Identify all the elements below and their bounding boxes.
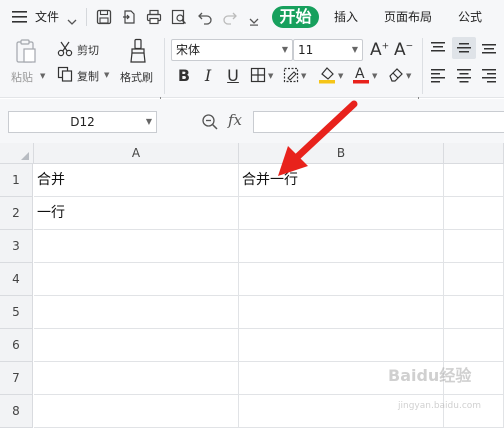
file-menu[interactable]: 文件 xyxy=(35,0,59,34)
align-top-icon[interactable] xyxy=(430,40,446,60)
align-bottom-icon[interactable] xyxy=(481,40,497,60)
font-name-select[interactable]: 宋体 ▼ xyxy=(171,39,293,61)
font-size-value: 11 xyxy=(298,43,314,57)
row-header-2[interactable]: 2 xyxy=(0,197,33,230)
cell-a6[interactable] xyxy=(34,329,239,362)
cell-b2[interactable] xyxy=(239,197,444,230)
formula-bar: D12 ▼ fx xyxy=(0,99,504,143)
cell-style-dropdown-icon[interactable]: ▼ xyxy=(301,72,306,80)
font-color-dropdown-icon[interactable]: ▼ xyxy=(372,72,377,80)
cell-a7[interactable] xyxy=(34,362,239,395)
cell-a3[interactable] xyxy=(34,230,239,263)
insert-function-button[interactable]: fx xyxy=(228,111,242,129)
export-icon[interactable] xyxy=(121,9,137,29)
cell-c1[interactable] xyxy=(444,164,504,197)
cell-b5[interactable] xyxy=(239,296,444,329)
paste-icon[interactable] xyxy=(13,38,39,68)
fill-color-icon[interactable] xyxy=(318,65,336,88)
cell-style-icon[interactable] xyxy=(283,67,299,87)
paste-dropdown-icon[interactable]: ▼ xyxy=(40,72,45,80)
hamburger-menu-icon[interactable] xyxy=(12,9,28,28)
cell-b8[interactable] xyxy=(239,395,444,428)
redo-icon[interactable] xyxy=(222,9,238,29)
align-left-icon[interactable] xyxy=(430,67,446,87)
menu-bar: 文件 开始 插入 页面布局 公式 xyxy=(0,0,504,34)
watermark-logo: Baidu经验 xyxy=(388,366,472,385)
borders-dropdown-icon[interactable]: ▼ xyxy=(268,72,273,80)
cell-c6[interactable] xyxy=(444,329,504,362)
zoom-search-icon[interactable] xyxy=(201,113,219,135)
underline-icon[interactable]: U xyxy=(222,64,244,86)
increase-font-size-icon[interactable]: A+ xyxy=(370,40,389,60)
row-header-3[interactable]: 3 xyxy=(0,230,33,263)
name-box[interactable]: D12 ▼ xyxy=(8,111,157,133)
print-icon[interactable] xyxy=(146,9,162,29)
ribbon-divider xyxy=(422,38,423,94)
select-all-corner[interactable] xyxy=(0,143,34,164)
customize-toolbar-icon[interactable] xyxy=(249,12,259,31)
cell-b6[interactable] xyxy=(239,329,444,362)
red-arrow-annotation-icon xyxy=(278,100,358,176)
paste-button[interactable]: 粘贴 xyxy=(11,69,33,85)
chevron-down-icon: ▼ xyxy=(351,45,358,54)
font-name-value: 宋体 xyxy=(176,43,201,57)
cell-b3[interactable] xyxy=(239,230,444,263)
decrease-font-size-icon[interactable]: A− xyxy=(394,40,413,60)
cell-a1[interactable]: 合并 xyxy=(34,164,239,197)
font-color-icon[interactable]: A xyxy=(352,65,370,88)
align-center-icon[interactable] xyxy=(456,67,472,87)
tab-formulas[interactable]: 公式 xyxy=(458,7,482,27)
cell-c5[interactable] xyxy=(444,296,504,329)
fill-color-dropdown-icon[interactable]: ▼ xyxy=(338,72,343,80)
tab-page-layout[interactable]: 页面布局 xyxy=(384,7,432,27)
save-icon[interactable] xyxy=(96,9,112,29)
tab-home[interactable]: 开始 xyxy=(272,6,319,28)
row-header-4[interactable]: 4 xyxy=(0,263,33,296)
font-size-select[interactable]: 11 ▼ xyxy=(293,39,363,61)
print-preview-icon[interactable] xyxy=(171,9,187,29)
ribbon: 粘贴 ▼ 剪切 复制 ▼ 格式刷 宋体 ▼ 11 ▼ A+ A− B I U ▼… xyxy=(0,34,504,103)
format-painter-button[interactable]: 格式刷 xyxy=(120,69,153,85)
cell-b4[interactable] xyxy=(239,263,444,296)
cell-a5[interactable] xyxy=(34,296,239,329)
copy-button[interactable]: 复制 xyxy=(77,68,99,84)
scissors-icon[interactable] xyxy=(57,41,73,61)
cell-reference: D12 xyxy=(70,115,95,129)
row-header-6[interactable]: 6 xyxy=(0,329,33,362)
ribbon-divider xyxy=(164,38,165,94)
cell-a8[interactable] xyxy=(34,395,239,428)
tab-insert[interactable]: 插入 xyxy=(334,7,358,27)
row-header-1[interactable]: 1 xyxy=(0,164,33,197)
cell-c3[interactable] xyxy=(444,230,504,263)
align-middle-button[interactable] xyxy=(452,37,476,59)
watermark-url: jingyan.baidu.com xyxy=(398,401,482,411)
menu-divider xyxy=(86,8,87,26)
cell-c4[interactable] xyxy=(444,263,504,296)
borders-icon[interactable] xyxy=(250,67,266,87)
cell-c8[interactable] xyxy=(444,395,504,428)
align-right-icon[interactable] xyxy=(481,67,497,87)
chevron-down-icon[interactable]: ▼ xyxy=(146,112,152,132)
row-header-8[interactable]: 8 xyxy=(0,395,33,428)
undo-icon[interactable] xyxy=(197,9,213,29)
row-header-5[interactable]: 5 xyxy=(0,296,33,329)
cell-a4[interactable] xyxy=(34,263,239,296)
column-header-a[interactable]: A xyxy=(34,143,239,164)
svg-text:A: A xyxy=(355,66,365,82)
chevron-down-icon: ▼ xyxy=(281,45,288,54)
italic-icon[interactable]: I xyxy=(197,64,219,86)
cell-a2[interactable]: 一行 xyxy=(34,197,239,230)
clear-format-dropdown-icon[interactable]: ▼ xyxy=(406,72,411,80)
cell-c2[interactable] xyxy=(444,197,504,230)
cut-button[interactable]: 剪切 xyxy=(77,42,99,58)
align-middle-icon xyxy=(456,40,472,60)
bold-icon[interactable]: B xyxy=(173,64,195,86)
column-header-c[interactable] xyxy=(444,143,504,164)
clear-format-icon[interactable] xyxy=(387,66,405,87)
format-painter-icon[interactable] xyxy=(128,38,148,68)
copy-dropdown-icon[interactable]: ▼ xyxy=(104,71,109,79)
chevron-down-icon[interactable] xyxy=(67,11,77,30)
copy-icon[interactable] xyxy=(57,66,73,86)
row-header-7[interactable]: 7 xyxy=(0,362,33,395)
